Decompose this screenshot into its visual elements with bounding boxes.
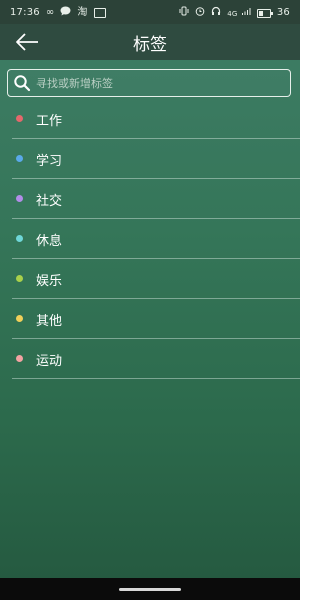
tag-label: 工作 (36, 114, 63, 129)
tag-color-dot (16, 235, 23, 242)
mail-icon (93, 8, 106, 18)
chat-bubble-icon (60, 6, 71, 20)
tag-color-dot (16, 195, 23, 202)
search-icon (14, 75, 31, 92)
tag-item-entertainment[interactable]: 娱乐 (12, 259, 300, 299)
tag-item-work[interactable]: 工作 (12, 99, 300, 139)
taobao-icon: 淘 (77, 7, 88, 18)
alarm-icon (195, 6, 205, 20)
headset-icon (211, 6, 221, 20)
search-input[interactable] (36, 73, 284, 93)
infinity-icon: ∞ (45, 7, 55, 18)
tag-label: 休息 (36, 234, 63, 249)
status-left: 17:36 ∞ 淘 (10, 6, 106, 20)
tag-label: 学习 (36, 154, 63, 169)
app-header: 标签 (0, 24, 300, 60)
tag-item-rest[interactable]: 休息 (12, 219, 300, 259)
tag-label: 社交 (36, 194, 63, 209)
tag-color-dot (16, 355, 23, 362)
search-box[interactable] (7, 69, 291, 97)
tags-screen: 17:36 ∞ 淘 4G 36 标签 寻找或新增标签 工作 学习 社交 休息 娱… (0, 0, 300, 600)
tag-label: 运动 (36, 354, 63, 369)
tag-label: 娱乐 (36, 274, 63, 289)
tag-label: 其他 (36, 314, 63, 329)
tag-color-dot (16, 275, 23, 282)
battery-fill (258, 10, 263, 16)
tag-item-sports[interactable]: 运动 (12, 339, 300, 379)
network-label: 4G (227, 9, 238, 18)
tag-item-study[interactable]: 学习 (12, 139, 300, 179)
status-time: 17:36 (10, 7, 40, 18)
tag-item-social[interactable]: 社交 (12, 179, 300, 219)
battery-icon (256, 8, 273, 18)
status-right: 4G 36 (179, 6, 290, 20)
tag-color-dot (16, 115, 23, 122)
system-nav-bar (0, 578, 300, 600)
home-indicator[interactable] (119, 588, 181, 591)
signal-icon: 4G (227, 7, 251, 20)
battery-level: 36 (276, 7, 290, 18)
tag-color-dot (16, 315, 23, 322)
tag-item-other[interactable]: 其他 (12, 299, 300, 339)
status-bar: 17:36 ∞ 淘 4G 36 (0, 0, 300, 24)
tag-list: 工作 学习 社交 休息 娱乐 其他 运动 (12, 99, 300, 379)
page-title: 标签 (133, 35, 167, 55)
tag-color-dot (16, 155, 23, 162)
vibrate-icon (179, 6, 189, 20)
